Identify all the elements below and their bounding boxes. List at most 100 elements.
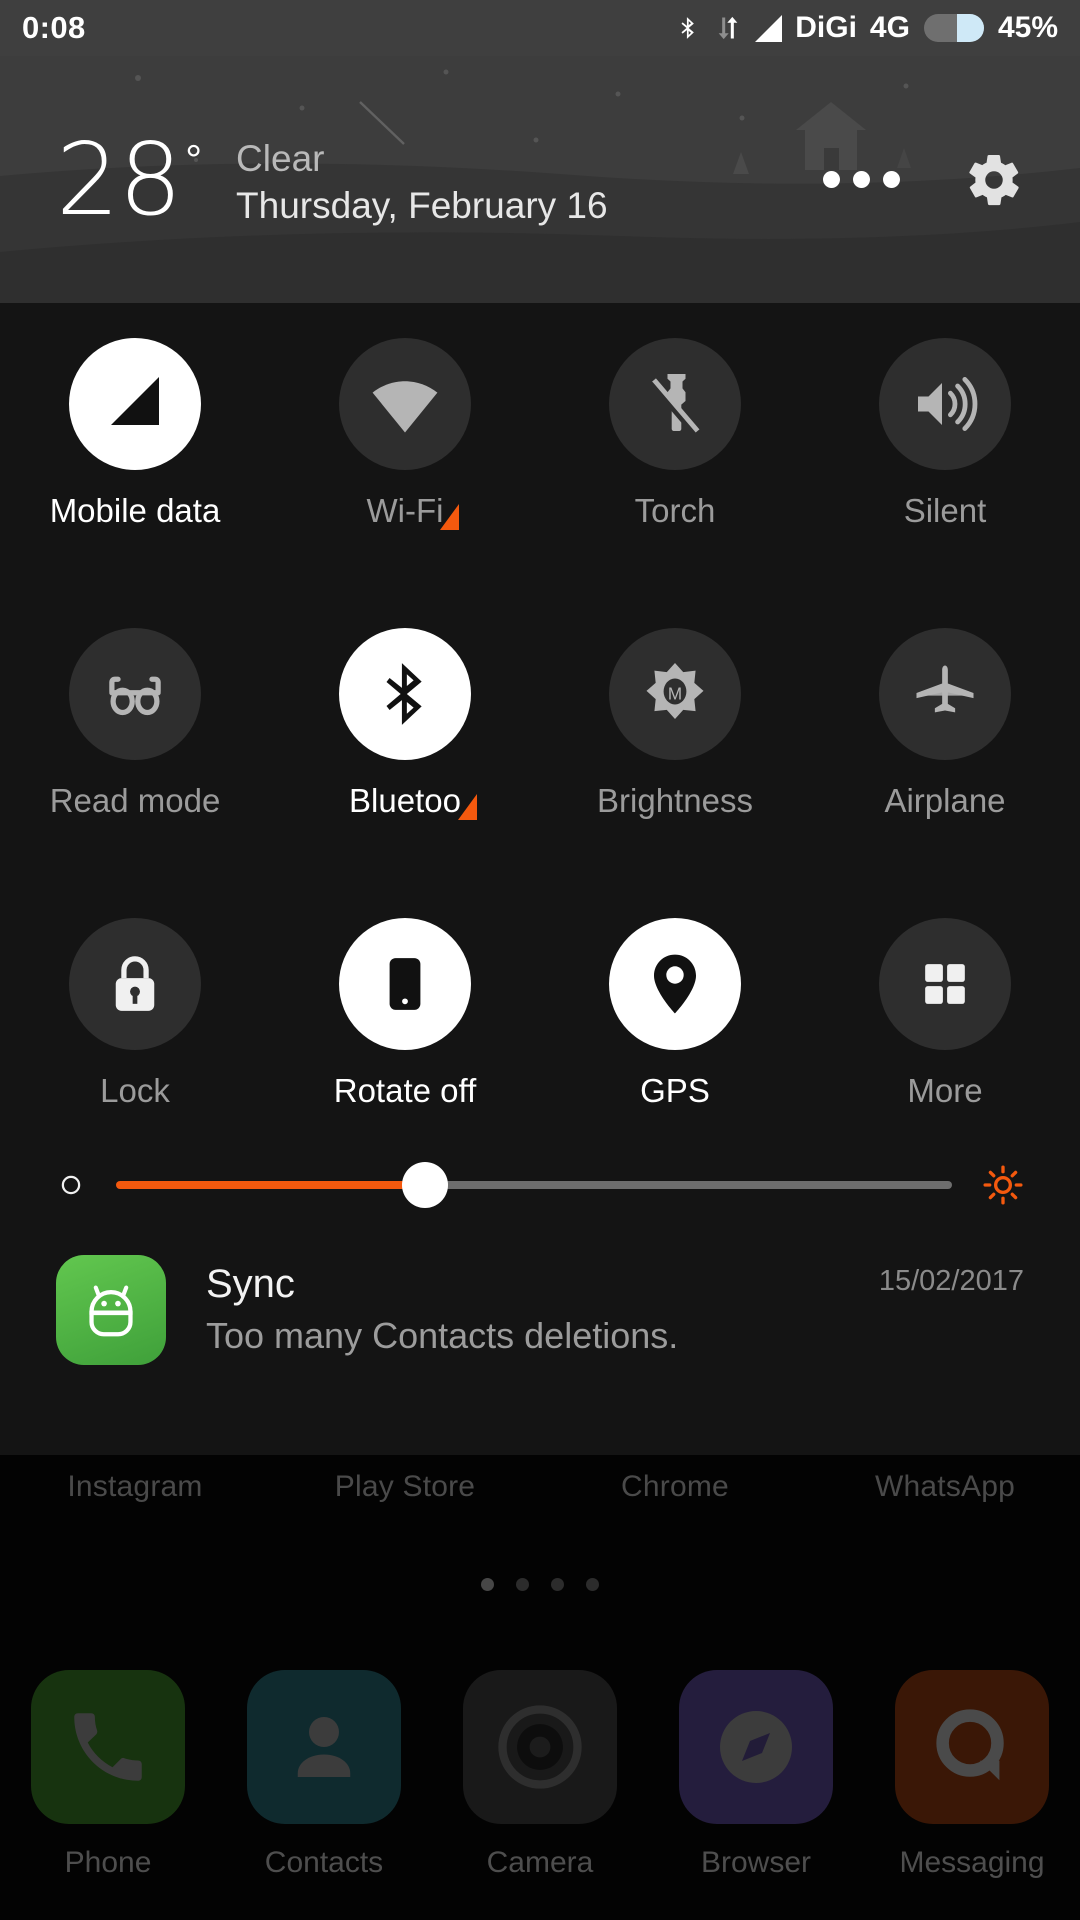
camera-lens-icon bbox=[463, 1670, 617, 1824]
data-transfer-icon bbox=[714, 13, 742, 43]
tile-label: Brightness bbox=[597, 782, 753, 819]
home-app-label: WhatsApp bbox=[810, 1470, 1080, 1504]
grid-more-icon bbox=[879, 918, 1011, 1050]
notification-list: Sync Too many Contacts deletions. 15/02/… bbox=[0, 1255, 1080, 1365]
torch-off-icon bbox=[609, 338, 741, 470]
tile-torch[interactable]: Torch bbox=[540, 338, 810, 530]
status-icons: DiGi 4G 45% bbox=[675, 11, 1058, 45]
tile-lock[interactable]: Lock bbox=[0, 918, 270, 1110]
quick-settings-grid: Mobile data Wi-Fi bbox=[0, 303, 1080, 1110]
home-app-whatsapp[interactable]: WhatsApp bbox=[810, 1470, 1080, 1504]
home-app-instagram[interactable]: Instagram bbox=[0, 1470, 270, 1504]
signal-bars-icon bbox=[69, 338, 201, 470]
tile-wifi[interactable]: Wi-Fi bbox=[270, 338, 540, 530]
tile-label: Wi-Fi bbox=[367, 492, 444, 529]
signal-bars-icon bbox=[755, 15, 782, 42]
brightness-slider-remainder bbox=[425, 1181, 952, 1189]
tile-label: Lock bbox=[100, 1072, 170, 1109]
quick-settings-row: Read mode Bluetoo bbox=[0, 628, 1080, 820]
messaging-q-icon bbox=[895, 1670, 1049, 1824]
tile-more[interactable]: More bbox=[810, 918, 1080, 1110]
status-clock: 0:08 bbox=[22, 10, 86, 46]
tile-brightness[interactable]: M Brightness bbox=[540, 628, 810, 820]
overflow-dot bbox=[883, 171, 900, 188]
brightness-slider-fill bbox=[116, 1181, 425, 1189]
gear-icon[interactable] bbox=[964, 150, 1024, 210]
overflow-menu-icon[interactable] bbox=[823, 171, 900, 188]
wifi-icon bbox=[339, 338, 471, 470]
lock-icon bbox=[69, 918, 201, 1050]
phone-handset-icon bbox=[31, 1670, 185, 1824]
page-dot bbox=[516, 1578, 529, 1591]
weather-header[interactable]: 28 ° Clear Thursday, February 16 bbox=[0, 56, 1080, 303]
home-app-play-store[interactable]: Play Store bbox=[270, 1470, 540, 1504]
notification-item[interactable]: Sync Too many Contacts deletions. 15/02/… bbox=[0, 1255, 1080, 1365]
volume-icon bbox=[879, 338, 1011, 470]
bluetooth-icon bbox=[675, 11, 701, 45]
tile-read-mode[interactable]: Read mode bbox=[0, 628, 270, 820]
tile-label: Rotate off bbox=[334, 1072, 477, 1109]
android-sync-icon bbox=[56, 1255, 166, 1365]
quick-settings-row: Lock Rotate off bbox=[0, 918, 1080, 1110]
home-dock: Phone Contacts Camera bbox=[0, 1670, 1080, 1880]
tile-label: Bluetoo bbox=[349, 782, 461, 819]
weather-date: Thursday, February 16 bbox=[236, 183, 608, 229]
dock-item-label: Contacts bbox=[265, 1846, 383, 1880]
notification-body: Too many Contacts deletions. bbox=[206, 1313, 879, 1360]
tile-gps[interactable]: GPS bbox=[540, 918, 810, 1110]
tile-rotate-off[interactable]: Rotate off bbox=[270, 918, 540, 1110]
brightness-high-sun-icon bbox=[982, 1164, 1024, 1206]
tile-label: GPS bbox=[640, 1072, 710, 1109]
home-app-label: Chrome bbox=[540, 1470, 810, 1504]
page-dot bbox=[551, 1578, 564, 1591]
location-pin-icon bbox=[609, 918, 741, 1050]
home-app-row: Instagram Play Store Chrome WhatsApp bbox=[0, 1470, 1080, 1504]
notification-text: Sync Too many Contacts deletions. bbox=[206, 1255, 879, 1360]
tile-airplane[interactable]: Airplane bbox=[810, 628, 1080, 820]
notification-time: 15/02/2017 bbox=[879, 1255, 1024, 1298]
airplane-icon bbox=[879, 628, 1011, 760]
overflow-dot bbox=[823, 171, 840, 188]
dock-item-messaging[interactable]: Messaging bbox=[864, 1670, 1080, 1880]
battery-icon bbox=[923, 12, 985, 44]
carrier-name: DiGi bbox=[795, 11, 857, 45]
dock-item-label: Browser bbox=[701, 1846, 811, 1880]
dock-item-phone[interactable]: Phone bbox=[0, 1670, 216, 1880]
tile-silent[interactable]: Silent bbox=[810, 338, 1080, 530]
battery-percent: 45% bbox=[998, 11, 1058, 45]
tile-mobile-data[interactable]: Mobile data bbox=[0, 338, 270, 530]
tile-label: More bbox=[907, 1072, 982, 1109]
quick-settings-row: Mobile data Wi-Fi bbox=[0, 338, 1080, 530]
brightness-slider-thumb[interactable] bbox=[402, 1162, 448, 1208]
brightness-slider-row[interactable] bbox=[0, 1140, 1080, 1230]
header-actions bbox=[823, 150, 1024, 210]
network-type: 4G bbox=[870, 11, 910, 45]
tile-bluetooth[interactable]: Bluetoo bbox=[270, 628, 540, 820]
tile-label: Torch bbox=[635, 492, 716, 529]
dock-item-label: Phone bbox=[65, 1846, 152, 1880]
bluetooth-icon bbox=[339, 628, 471, 760]
status-bar: 0:08 DiGi 4G 45% bbox=[0, 0, 1080, 56]
tile-status-badge bbox=[458, 794, 477, 820]
weather-condition: Clear bbox=[236, 136, 608, 182]
dock-item-contacts[interactable]: Contacts bbox=[216, 1670, 432, 1880]
brightness-low-icon bbox=[56, 1170, 86, 1200]
weather-temperature: 28 ° bbox=[56, 130, 202, 230]
home-app-label: Instagram bbox=[0, 1470, 270, 1504]
brightness-slider-track[interactable] bbox=[116, 1181, 952, 1189]
notification-title: Sync bbox=[206, 1259, 879, 1309]
page-dot bbox=[481, 1578, 494, 1591]
degree-symbol: ° bbox=[185, 136, 202, 184]
dock-item-browser[interactable]: Browser bbox=[648, 1670, 864, 1880]
home-app-chrome[interactable]: Chrome bbox=[540, 1470, 810, 1504]
dock-item-label: Camera bbox=[487, 1846, 594, 1880]
glasses-icon bbox=[69, 628, 201, 760]
page-dot bbox=[586, 1578, 599, 1591]
tile-status-badge bbox=[440, 504, 459, 530]
phone-rotate-icon bbox=[339, 918, 471, 1050]
contact-person-icon bbox=[247, 1670, 401, 1824]
dock-item-camera[interactable]: Camera bbox=[432, 1670, 648, 1880]
brightness-m-icon: M bbox=[609, 628, 741, 760]
tile-label: Mobile data bbox=[50, 492, 221, 529]
page-indicator bbox=[0, 1578, 1080, 1591]
